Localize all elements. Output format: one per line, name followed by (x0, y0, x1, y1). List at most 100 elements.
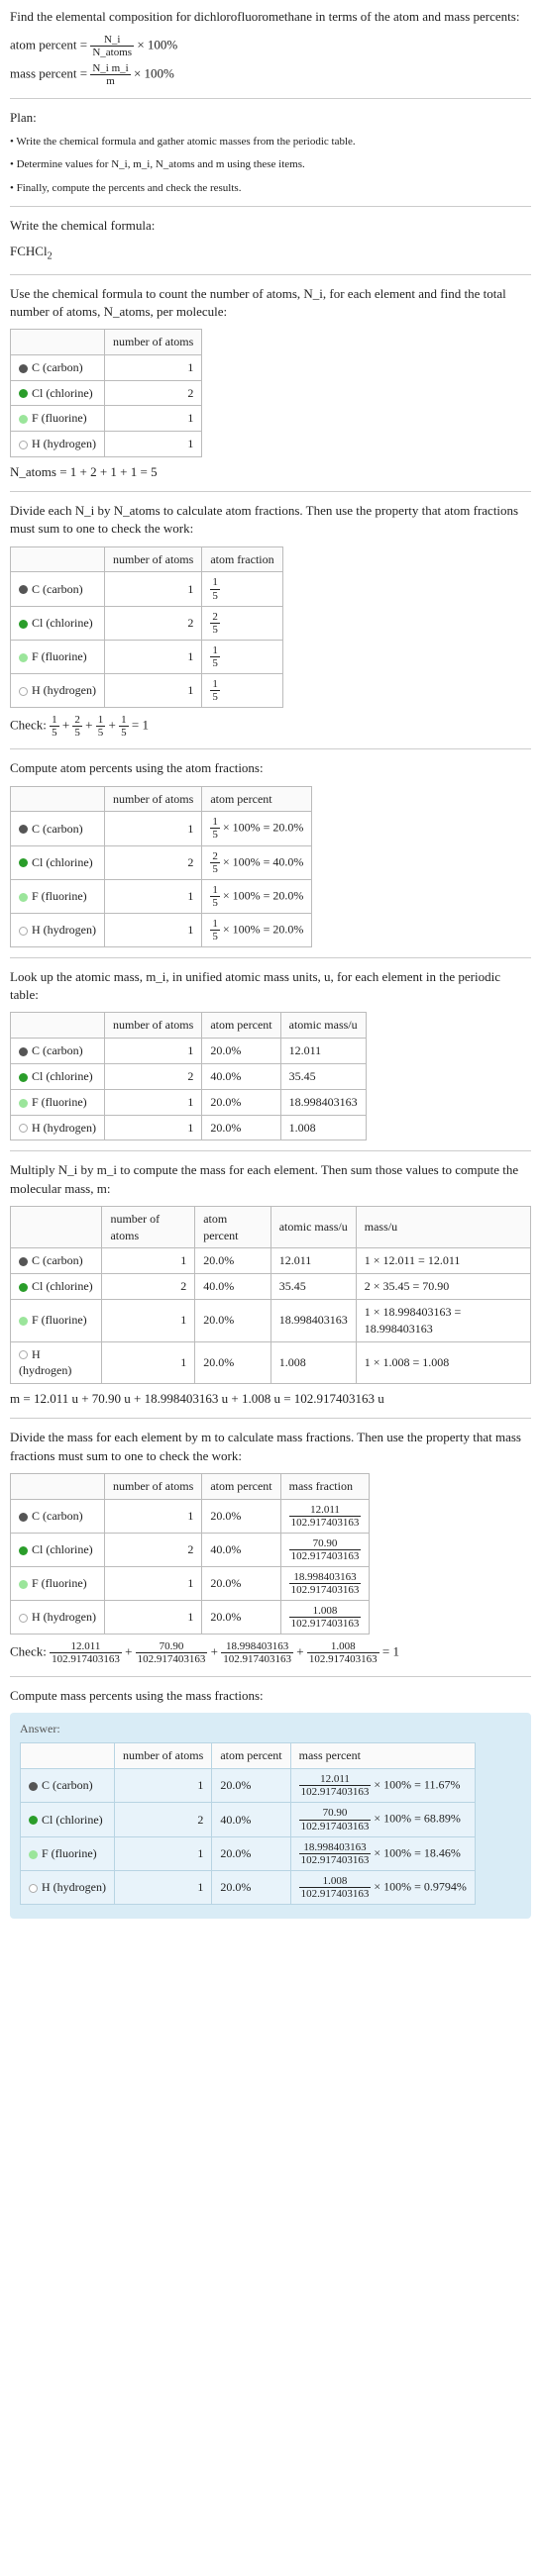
element-dot-icon (19, 1257, 28, 1266)
element-dot-icon (29, 1816, 38, 1825)
element-dot-icon (29, 1782, 38, 1791)
element-dot-icon (19, 927, 28, 936)
element-dot-icon (19, 1124, 28, 1133)
ap-frac: N_iN_atoms (90, 34, 134, 58)
mult-heading: Multiply N_i by m_i to compute the mass … (10, 1161, 531, 1197)
ap-label: atom percent = (10, 38, 87, 52)
element-dot-icon (19, 858, 28, 867)
element-dot-icon (19, 1350, 28, 1359)
element-dot-icon (19, 1283, 28, 1292)
table-row: Cl (chlorine)225 (11, 606, 283, 640)
element-dot-icon (19, 687, 28, 696)
element-dot-icon (19, 1317, 28, 1326)
mass-lookup-table: number of atomsatom percentatomic mass/u… (10, 1012, 367, 1140)
col-num: number of atoms (104, 330, 201, 355)
table-row: F (fluorine)120.0%18.998403163 (11, 1089, 367, 1115)
element-dot-icon (19, 1580, 28, 1589)
answer-label: Answer: (20, 1721, 521, 1737)
divider (10, 206, 531, 207)
table-row: H (hydrogen)120.0%1.008102.917403163 (11, 1601, 370, 1635)
table-row: Cl (chlorine)240.0%35.45 (11, 1064, 367, 1090)
atomfrac-check: Check: 15 + 25 + 15 + 15 = 1 (10, 714, 531, 739)
plan-bullet-1: • Write the chemical formula and gather … (10, 135, 531, 149)
divider (10, 98, 531, 99)
masspct-heading: Compute mass percents using the mass fra… (10, 1687, 531, 1705)
table-row: C (carbon)115 × 100% = 20.0% (11, 812, 312, 845)
plan-bullet-3: • Finally, compute the percents and chec… (10, 181, 531, 196)
table-row: Cl (chlorine)240.0%70.90102.917403163 × … (21, 1803, 476, 1836)
table-row: H (hydrogen)115 (11, 673, 283, 707)
table-row: Cl (chlorine)240.0%70.90102.917403163 (11, 1533, 370, 1566)
element-dot-icon (19, 1099, 28, 1108)
element-dot-icon (19, 364, 28, 373)
atomfrac-table: number of atomsatom fraction C (carbon)1… (10, 546, 283, 709)
table-row: H (hydrogen)120.0%1.008102.917403163 × 1… (21, 1870, 476, 1904)
table-row: F (fluorine)115 × 100% = 20.0% (11, 879, 312, 913)
element-dot-icon (19, 441, 28, 449)
answer-table: number of atomsatom percentmass percent … (20, 1742, 476, 1905)
table-row: H (hydrogen)120.0%1.008 (11, 1115, 367, 1140)
answer-box: Answer: number of atomsatom percentmass … (10, 1713, 531, 1919)
mp-label: mass percent = (10, 66, 87, 81)
divider (10, 491, 531, 492)
mass-lookup-heading: Look up the atomic mass, m_i, in unified… (10, 968, 531, 1004)
table-row: C (carbon)120.0%12.011102.917403163 (11, 1499, 370, 1533)
element-dot-icon (19, 1073, 28, 1082)
mult-table: number of atomsatom percentatomic mass/u… (10, 1206, 531, 1384)
plan-heading: Plan: (10, 109, 531, 127)
divider (10, 957, 531, 958)
element-dot-icon (19, 1513, 28, 1522)
table-row: H (hydrogen)120.0%1.0081 × 1.008 = 1.008 (11, 1341, 531, 1384)
chemical-formula: FCHCl2 (10, 243, 531, 264)
table-row: C (carbon)120.0%12.011 (11, 1039, 367, 1064)
ap-tail: × 100% (137, 38, 177, 52)
table-row: F (fluorine)120.0%18.9984031631 × 18.998… (11, 1300, 531, 1342)
table-row: H (hydrogen)115 × 100% = 20.0% (11, 913, 312, 946)
divider (10, 274, 531, 275)
atompct-table: number of atomsatom percent C (carbon)11… (10, 786, 312, 948)
table-row: Cl (chlorine)2 (11, 380, 202, 406)
element-dot-icon (19, 893, 28, 902)
table-row: C (carbon)120.0%12.0111 × 12.011 = 12.01… (11, 1248, 531, 1274)
element-dot-icon (29, 1884, 38, 1893)
table-row: F (fluorine)120.0%18.998403163102.917403… (21, 1836, 476, 1870)
element-dot-icon (19, 585, 28, 594)
count-heading: Use the chemical formula to count the nu… (10, 285, 531, 321)
divider (10, 1676, 531, 1677)
divider (10, 1150, 531, 1151)
atom-percent-formula: atom percent = N_iN_atoms × 100% (10, 34, 531, 58)
mp-frac: N_i m_im (90, 62, 130, 87)
element-dot-icon (19, 415, 28, 424)
formula-heading: Write the chemical formula: (10, 217, 531, 235)
element-dot-icon (19, 653, 28, 662)
table-row: C (carbon)115 (11, 572, 283, 606)
table-row: F (fluorine)115 (11, 640, 283, 673)
count-table: number of atoms C (carbon)1 Cl (chlorine… (10, 329, 202, 457)
molecular-mass-sum: m = 12.011 u + 70.90 u + 18.998403163 u … (10, 1390, 531, 1408)
divider (10, 1418, 531, 1419)
plan-bullet-2: • Determine values for N_i, m_i, N_atoms… (10, 157, 531, 172)
table-row: C (carbon)120.0%12.011102.917403163 × 10… (21, 1769, 476, 1803)
atompct-heading: Compute atom percents using the atom fra… (10, 759, 531, 777)
table-row: F (fluorine)1 (11, 406, 202, 432)
table-row: F (fluorine)120.0%18.998403163102.917403… (11, 1566, 370, 1600)
table-row: C (carbon)1 (11, 354, 202, 380)
element-dot-icon (19, 1614, 28, 1623)
massfrac-check: Check: 12.011102.917403163 + 70.90102.91… (10, 1640, 531, 1665)
mp-tail: × 100% (134, 66, 174, 81)
atomfrac-heading: Divide each N_i by N_atoms to calculate … (10, 502, 531, 538)
element-dot-icon (19, 389, 28, 398)
element-dot-icon (29, 1850, 38, 1859)
table-row: Cl (chlorine)240.0%35.452 × 35.45 = 70.9… (11, 1274, 531, 1300)
mass-percent-formula: mass percent = N_i m_im × 100% (10, 62, 531, 87)
table-row: H (hydrogen)1 (11, 432, 202, 457)
intro-text: Find the elemental composition for dichl… (10, 8, 531, 26)
divider (10, 748, 531, 749)
element-dot-icon (19, 825, 28, 834)
natoms-sum: N_atoms = 1 + 2 + 1 + 1 = 5 (10, 463, 531, 481)
element-dot-icon (19, 1047, 28, 1056)
table-row: Cl (chlorine)225 × 100% = 40.0% (11, 845, 312, 879)
element-dot-icon (19, 620, 28, 629)
massfrac-table: number of atomsatom percentmass fraction… (10, 1473, 370, 1635)
massfrac-heading: Divide the mass for each element by m to… (10, 1429, 531, 1464)
